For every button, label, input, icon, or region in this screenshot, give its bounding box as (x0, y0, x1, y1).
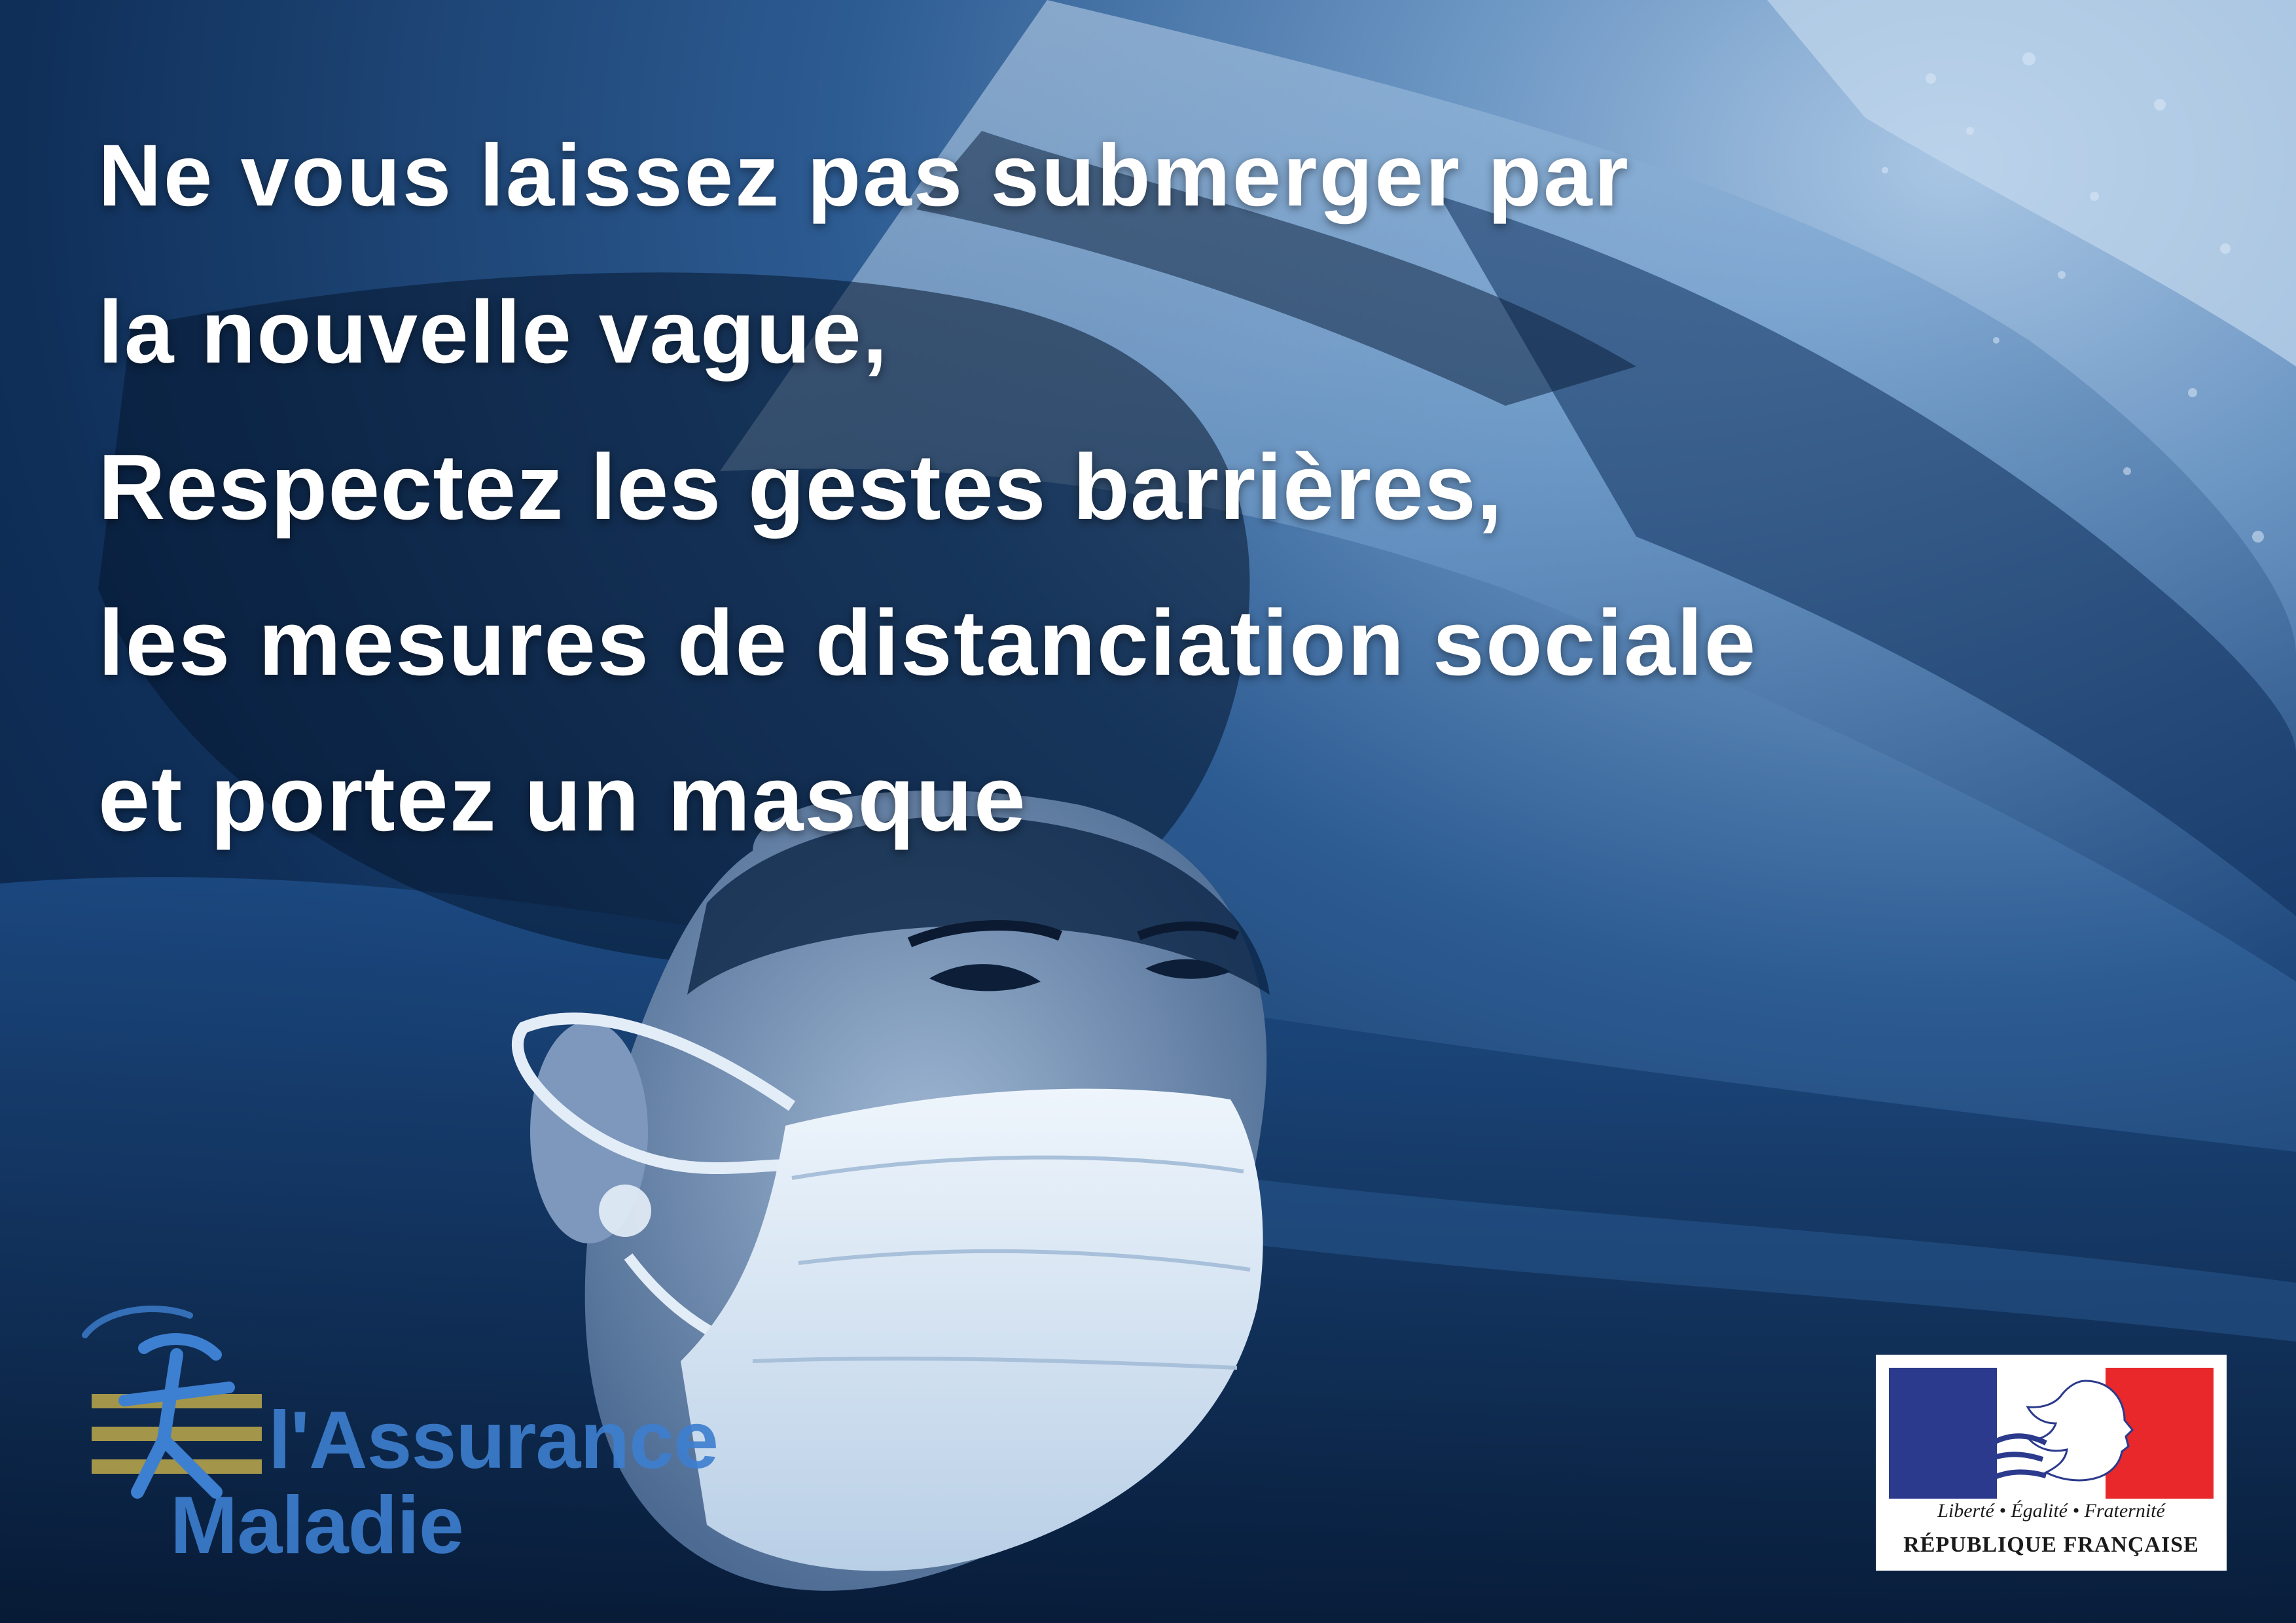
assurance-maladie-text-line-1: l'Assurance (268, 1395, 719, 1486)
assurance-maladie-text-line-2: Maladie (170, 1480, 464, 1571)
headline: Ne vous laissez pas submerger par la nou… (98, 98, 2258, 877)
poster: Ne vous laissez pas submerger par la nou… (0, 0, 2296, 1623)
republique-francaise-logo: Liberté • Égalité • Fraternité RÉPUBLIQU… (1876, 1355, 2227, 1571)
assurance-maladie-emblem-icon (82, 1306, 262, 1499)
headline-line-5: et portez un masque (98, 747, 1027, 851)
marianne-flag-icon (1889, 1368, 2214, 1499)
republique-motto: Liberté • Égalité • Fraternité (1937, 1500, 2165, 1522)
headline-line-2: la nouvelle vague, (98, 282, 889, 382)
republique-name: RÉPUBLIQUE FRANÇAISE (1903, 1533, 2199, 1557)
assurance-maladie-logo: l'Assurance Maladie (65, 1296, 719, 1577)
headline-line-4: les mesures de distanciation sociale (98, 591, 1757, 695)
headline-line-1: Ne vous laissez pas submerger par (98, 127, 1630, 224)
headline-line-3: Respectez les gestes barrières, (98, 435, 1503, 539)
